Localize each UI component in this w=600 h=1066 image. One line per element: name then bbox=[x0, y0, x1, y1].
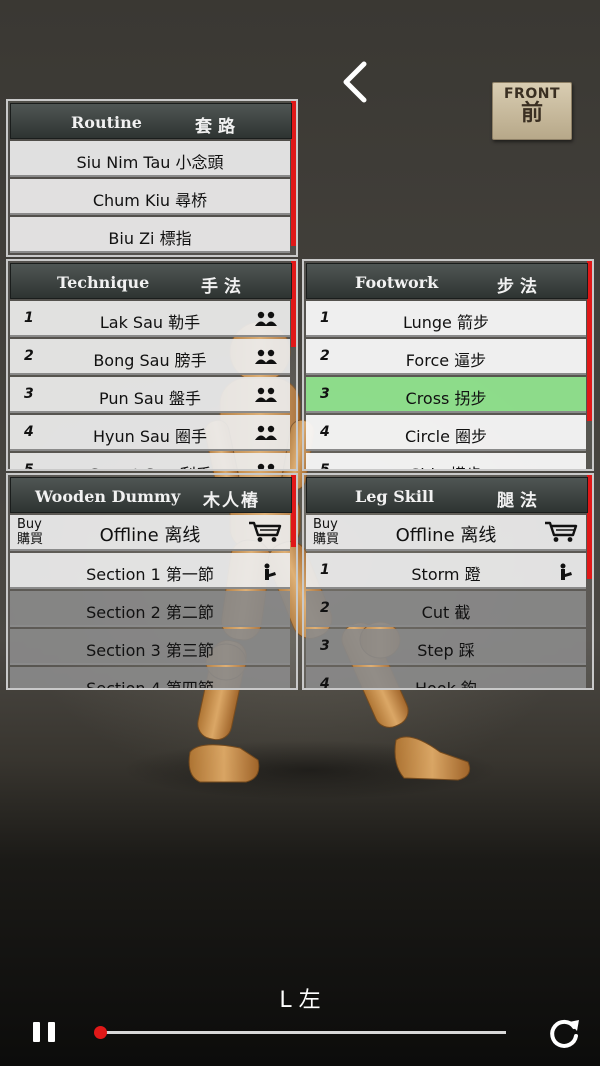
technique-item-label: Pun Sau 盤手 bbox=[99, 389, 201, 408]
wooden-dummy-section-locked[interactable]: Section 3 第三節 bbox=[10, 629, 290, 665]
footwork-item-label: Force 逼步 bbox=[405, 351, 487, 370]
progress-track[interactable] bbox=[100, 1031, 506, 1034]
wooden-dummy-title-en: Wooden Dummy bbox=[35, 487, 181, 506]
footwork-item-label: Lunge 箭步 bbox=[402, 313, 489, 332]
footwork-item[interactable]: 4 Circle 圈步 bbox=[306, 415, 586, 451]
two-people-icon bbox=[257, 463, 275, 469]
routine-item[interactable]: Siu Nim Tau 小念頭 bbox=[10, 141, 290, 177]
routine-item[interactable]: Chum Kiu 尋桥 bbox=[10, 179, 290, 215]
technique-item-label: Bong Sau 膀手 bbox=[93, 351, 207, 370]
footwork-item[interactable]: 2 Force 逼步 bbox=[306, 339, 586, 375]
routine-title-cn: 套路 bbox=[195, 117, 241, 137]
routine-item-label: Siu Nim Tau 小念頭 bbox=[76, 153, 224, 172]
routine-header: Routine 套路 bbox=[10, 103, 292, 139]
routine-item-label: Biu Zi 標指 bbox=[108, 229, 192, 248]
shopping-cart-icon bbox=[545, 521, 578, 542]
leg-skill-item-label: Cut 截 bbox=[421, 603, 471, 622]
two-people-icon bbox=[255, 311, 277, 326]
leg-skill-item[interactable]: 1 Storm 蹬 bbox=[306, 553, 586, 589]
two-people-icon bbox=[255, 349, 277, 364]
kick-pose-icon bbox=[264, 563, 276, 580]
section-label: Section 1 第一節 bbox=[86, 565, 214, 584]
section-label: Section 4 第四節 bbox=[86, 679, 214, 690]
leg-skill-header: Leg Skill 腿法 bbox=[306, 477, 588, 513]
two-people-icon bbox=[255, 387, 277, 402]
footwork-title-cn: 步法 bbox=[497, 277, 543, 297]
technique-item[interactable]: 1 Lak Sau 勒手 bbox=[10, 301, 290, 337]
wooden-dummy-header: Wooden Dummy 木人樁 bbox=[10, 477, 292, 513]
pause-bar-left bbox=[33, 1022, 40, 1042]
footwork-title-en: Footwork bbox=[355, 273, 439, 292]
routine-panel: Routine 套路 Siu Nim Tau 小念頭 Chum Kiu 尋桥 B… bbox=[6, 99, 298, 257]
wooden-dummy-section-locked[interactable]: Section 2 第二節 bbox=[10, 591, 290, 627]
footwork-header: Footwork 步法 bbox=[306, 263, 588, 299]
technique-item[interactable]: 5 Gwaat Sau 刮手 bbox=[10, 453, 290, 469]
wooden-dummy-title-cn: 木人樁 bbox=[203, 491, 260, 511]
routine-item-label: Chum Kiu 尋桥 bbox=[92, 191, 208, 210]
technique-item-label: Hyun Sau 圈手 bbox=[92, 427, 208, 446]
front-view-label-cn: 前 bbox=[520, 101, 543, 126]
leg-skill-item-locked[interactable]: 4 Hook 鉤 bbox=[306, 667, 586, 690]
front-view-label-en: FRONT bbox=[503, 86, 560, 102]
pause-button[interactable] bbox=[30, 1020, 60, 1046]
footwork-item[interactable]: 1 Lunge 箭步 bbox=[306, 301, 586, 337]
leg-skill-item-locked[interactable]: 3 Step 踩 bbox=[306, 629, 586, 665]
pause-bar-right bbox=[48, 1022, 55, 1042]
technique-title-cn: 手法 bbox=[201, 277, 247, 297]
technique-panel: Technique 手法 1 Lak Sau 勒手 2 Bong Sau 膀手 … bbox=[6, 259, 298, 471]
footwork-item-label: Cross 拐步 bbox=[405, 389, 487, 408]
two-people-icon bbox=[255, 425, 277, 440]
routine-item[interactable]: Biu Zi 標指 bbox=[10, 217, 290, 253]
footwork-item-selected[interactable]: 3 Cross 拐步 bbox=[306, 377, 586, 413]
footwork-item[interactable]: 5 Side 横步 bbox=[306, 453, 586, 469]
leg-skill-item-label: Hook 鉤 bbox=[415, 679, 477, 690]
back-chevron-icon[interactable] bbox=[336, 60, 376, 104]
technique-item[interactable]: 4 Hyun Sau 圈手 bbox=[10, 415, 290, 451]
leg-skill-title-cn: 腿法 bbox=[497, 491, 543, 511]
technique-item[interactable]: 3 Pun Sau 盤手 bbox=[10, 377, 290, 413]
footwork-item-label: Circle 圈步 bbox=[404, 427, 488, 446]
leg-skill-item-label: Storm 蹬 bbox=[411, 565, 481, 584]
side-indicator-label: L 左 bbox=[279, 988, 321, 1013]
leg-skill-panel: Leg Skill 腿法 Buy 購買 Offline 离线 1 Storm 蹬 … bbox=[302, 473, 594, 690]
technique-item[interactable]: 2 Bong Sau 膀手 bbox=[10, 339, 290, 375]
footwork-item-label: Side 横步 bbox=[306, 461, 586, 469]
routine-title-en: Routine bbox=[71, 113, 142, 132]
progress-slider-handle[interactable] bbox=[94, 1026, 107, 1039]
shopping-cart-icon bbox=[249, 521, 282, 542]
footwork-panel: Footwork 步法 1 Lunge 箭步 2 Force 逼步 3 Cros… bbox=[302, 259, 594, 471]
wooden-dummy-section-locked[interactable]: Section 4 第四節 bbox=[10, 667, 290, 690]
technique-header: Technique 手法 bbox=[10, 263, 292, 299]
leg-skill-item-locked[interactable]: 2 Cut 截 bbox=[306, 591, 586, 627]
technique-title-en: Technique bbox=[57, 273, 150, 292]
buy-offline-row[interactable]: Buy 購買 Offline 离线 bbox=[10, 515, 290, 551]
kick-pose-icon bbox=[560, 563, 572, 580]
front-view-button[interactable]: FRONT 前 bbox=[492, 82, 572, 140]
section-label: Section 3 第三節 bbox=[86, 641, 214, 660]
leg-skill-item-label: Step 踩 bbox=[417, 641, 475, 660]
technique-item-label: Gwaat Sau 刮手 bbox=[10, 461, 290, 469]
wooden-dummy-panel: Wooden Dummy 木人樁 Buy 購買 Offline 离线 Sectio… bbox=[6, 473, 298, 690]
wooden-dummy-section[interactable]: Section 1 第一節 bbox=[10, 553, 290, 589]
technique-item-label: Lak Sau 勒手 bbox=[99, 313, 201, 332]
leg-skill-title-en: Leg Skill bbox=[355, 487, 435, 506]
buy-offline-row[interactable]: Buy 購買 Offline 离线 bbox=[306, 515, 586, 551]
replay-icon[interactable] bbox=[547, 1016, 581, 1050]
section-label: Section 2 第二節 bbox=[86, 603, 214, 622]
